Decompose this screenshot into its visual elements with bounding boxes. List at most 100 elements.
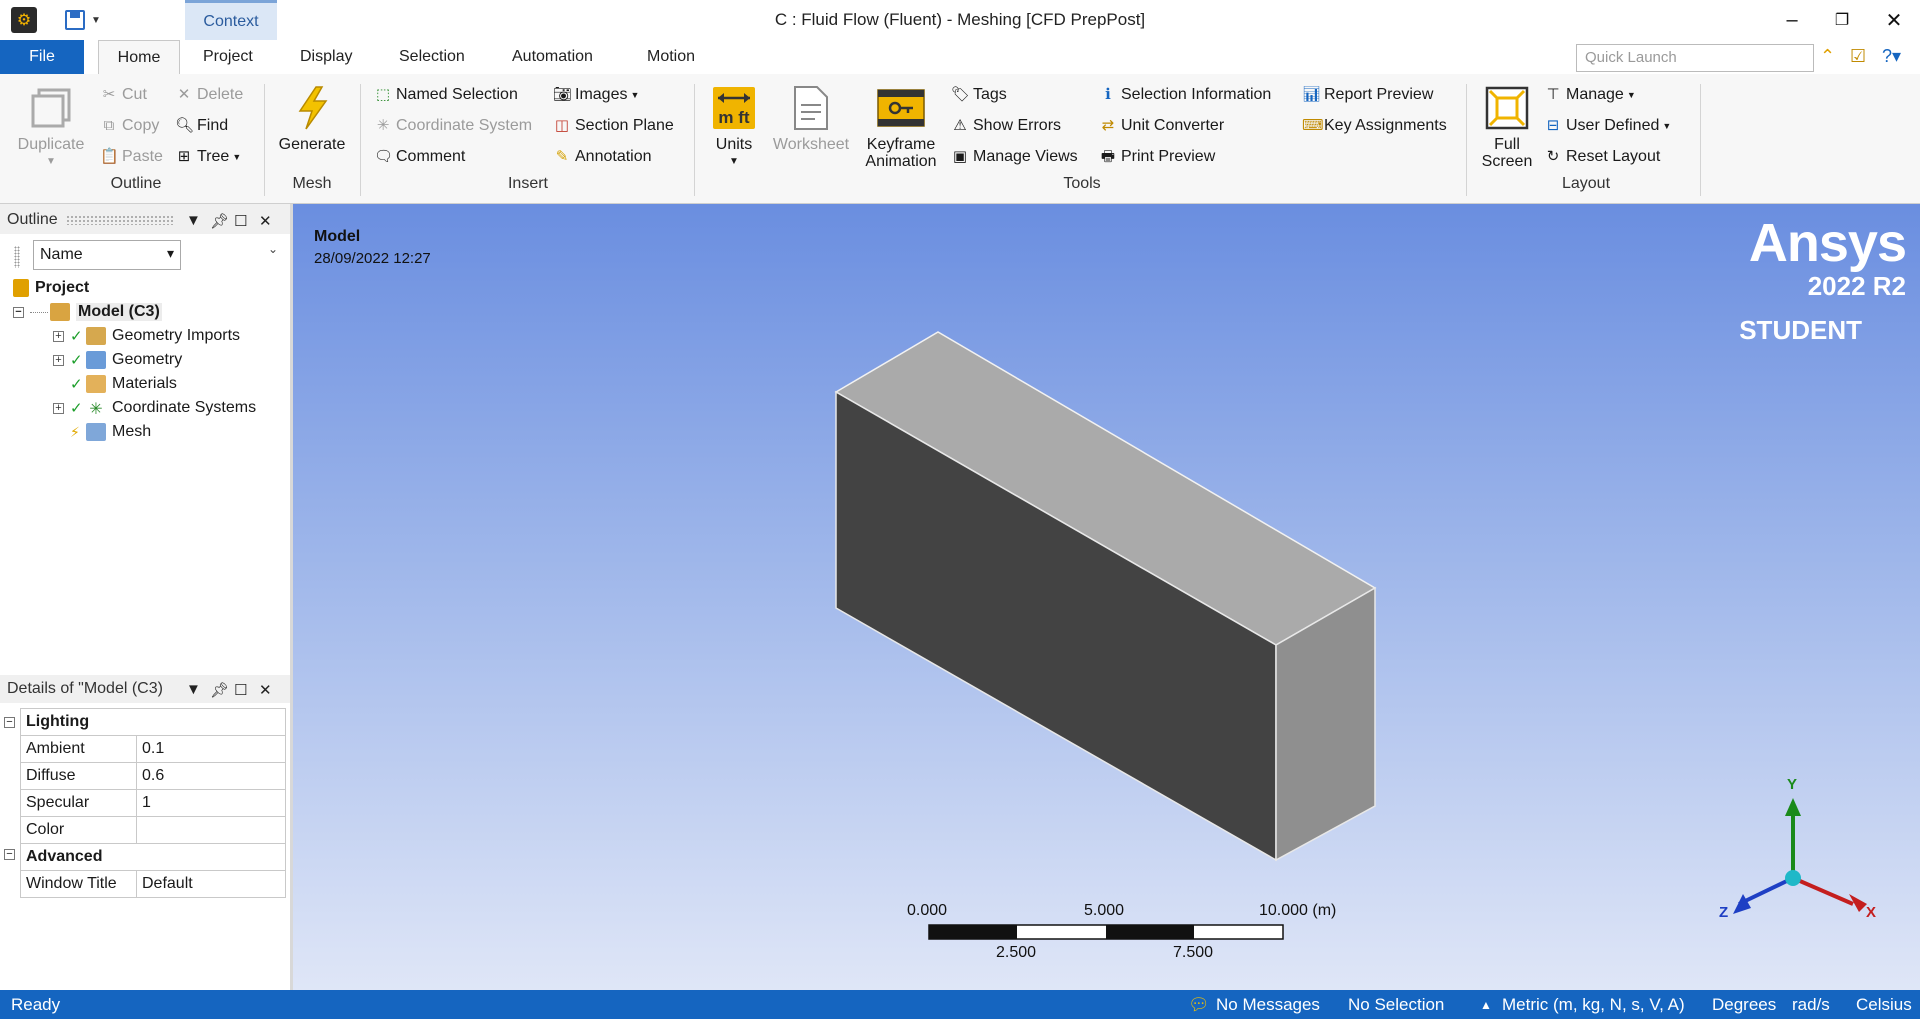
- panel-menu-icon[interactable]: ▼: [186, 212, 201, 229]
- save-icon[interactable]: [65, 10, 85, 30]
- unit-converter-button[interactable]: ⇄ Unit Converter: [1099, 117, 1224, 135]
- collapse-lighting-icon[interactable]: −: [4, 717, 15, 728]
- manage-views-button[interactable]: ▣ Manage Views: [951, 148, 1078, 166]
- property-row-color[interactable]: Color: [20, 816, 286, 844]
- tab-file[interactable]: File: [0, 40, 84, 74]
- collapse-advanced-icon[interactable]: −: [4, 849, 15, 860]
- maximize-panel-icon[interactable]: ☐: [234, 212, 247, 230]
- axis-triad[interactable]: [1733, 798, 1867, 914]
- color-value[interactable]: [136, 816, 286, 844]
- tree-button[interactable]: ⊞ Tree ▼: [175, 148, 242, 166]
- worksheet-button[interactable]: Worksheet: [766, 84, 856, 153]
- pin-icon[interactable]: 📌︎: [210, 681, 229, 699]
- tree-item-geometry[interactable]: + ✓ Geometry: [53, 349, 182, 371]
- window-title-value[interactable]: Default: [136, 870, 286, 898]
- help-icon[interactable]: ?▾: [1882, 46, 1901, 67]
- cut-button[interactable]: ✂ Cut: [100, 86, 147, 104]
- units-button[interactable]: m ft Units ▼: [706, 84, 762, 170]
- tab-project[interactable]: Project: [203, 40, 253, 74]
- tab-automation[interactable]: Automation: [512, 40, 593, 74]
- tags-button[interactable]: 🏷︎ Tags: [951, 86, 1007, 104]
- generate-button[interactable]: Generate: [270, 84, 354, 153]
- units-menu-icon[interactable]: ▲: [1480, 998, 1492, 1012]
- drag-grip[interactable]: [65, 215, 174, 225]
- manage-button[interactable]: ⊤ Manage ▼: [1544, 86, 1635, 104]
- full-screen-button[interactable]: Full Screen: [1474, 84, 1540, 170]
- delete-button[interactable]: ✕ Delete: [175, 86, 244, 104]
- reset-layout-button[interactable]: ↻ Reset Layout: [1544, 148, 1661, 166]
- layout-group-label: Layout: [1561, 175, 1611, 192]
- annotation-button[interactable]: ✎ Annotation: [553, 148, 652, 166]
- name-filter-select[interactable]: Name: [33, 240, 181, 270]
- tab-selection[interactable]: Selection: [399, 40, 465, 74]
- tree-item-model[interactable]: − Model (C3): [13, 301, 162, 323]
- paste-button[interactable]: 📋 Paste: [100, 148, 163, 166]
- duplicate-button[interactable]: Duplicate ▼: [12, 84, 90, 170]
- comment-button[interactable]: 🗨 Comment: [374, 148, 465, 166]
- tab-motion[interactable]: Motion: [647, 40, 695, 74]
- ambient-value[interactable]: 0.1: [136, 735, 286, 763]
- panel-menu-icon[interactable]: ▼: [186, 681, 201, 698]
- tree-item-geometry-imports[interactable]: + ✓ Geometry Imports: [53, 325, 240, 347]
- property-row-diffuse[interactable]: Diffuse 0.6: [20, 762, 286, 790]
- duplicate-dropdown-icon[interactable]: ▼: [12, 153, 90, 170]
- find-button[interactable]: 🔍︎ Find: [175, 117, 228, 135]
- copy-button[interactable]: ⧉ Copy: [100, 117, 160, 135]
- tree-icon: ⊞: [177, 148, 191, 165]
- expand-icon[interactable]: +: [53, 330, 64, 342]
- minimize-icon[interactable]: –: [1772, 6, 1812, 34]
- status-units[interactable]: Metric (m, kg, N, s, V, A): [1502, 995, 1685, 1015]
- context-tab[interactable]: Context: [185, 0, 277, 40]
- status-angular-velocity-unit[interactable]: rad/s: [1792, 995, 1830, 1015]
- selection-information-icon: ℹ: [1105, 86, 1111, 103]
- expand-icon[interactable]: +: [53, 402, 64, 414]
- tab-home[interactable]: Home: [98, 40, 180, 75]
- specular-value[interactable]: 1: [136, 789, 286, 817]
- close-panel-icon[interactable]: ✕: [259, 681, 272, 699]
- tab-display[interactable]: Display: [300, 40, 352, 74]
- report-preview-button[interactable]: 📊︎ Report Preview: [1302, 86, 1433, 104]
- coordinate-system-button[interactable]: ✳ Coordinate System: [374, 117, 532, 135]
- units-dropdown-icon[interactable]: ▼: [706, 153, 762, 170]
- keyframe-animation-button[interactable]: Keyframe Animation: [860, 84, 942, 170]
- mesh-group-label: Mesh: [292, 175, 332, 192]
- restore-icon[interactable]: ❐: [1822, 6, 1862, 34]
- status-angle-unit[interactable]: Degrees: [1712, 995, 1776, 1015]
- maximize-panel-icon[interactable]: ☐: [234, 681, 247, 699]
- ansys-app-icon[interactable]: ⚙: [11, 7, 37, 33]
- property-row-ambient[interactable]: Ambient 0.1: [20, 735, 286, 763]
- close-panel-icon[interactable]: ✕: [259, 212, 272, 230]
- collapse-icon[interactable]: −: [13, 306, 24, 318]
- tree-item-coordinate-systems[interactable]: + ✓ ✳ Coordinate Systems: [53, 397, 256, 419]
- property-row-window-title[interactable]: Window Title Default: [20, 870, 286, 898]
- category-advanced[interactable]: Advanced: [20, 843, 286, 871]
- print-preview-button[interactable]: 🖶 Print Preview: [1099, 148, 1215, 166]
- expand-toolbar-icon[interactable]: ⌄: [268, 242, 278, 256]
- tree-item-materials[interactable]: ✓ Materials: [53, 373, 177, 395]
- named-selection-button[interactable]: ⬚ Named Selection: [374, 86, 518, 104]
- user-defined-button[interactable]: ⊟ User Defined ▼: [1544, 117, 1672, 135]
- tree-item-mesh[interactable]: ⚡ Mesh: [53, 421, 151, 443]
- diffuse-value[interactable]: 0.6: [136, 762, 286, 790]
- selection-information-button[interactable]: ℹ Selection Information: [1099, 86, 1271, 104]
- status-temperature-unit[interactable]: Celsius: [1856, 995, 1912, 1015]
- category-lighting[interactable]: Lighting: [20, 708, 286, 736]
- axis-label-x: X: [1866, 904, 1877, 921]
- graphics-viewport[interactable]: Model 28/09/2022 12:27 Ansys 2022 R2 STU…: [293, 204, 1920, 990]
- close-icon[interactable]: ✕: [1874, 6, 1914, 34]
- images-button[interactable]: 📷︎ Images ▼: [553, 86, 639, 104]
- delete-icon: ✕: [177, 86, 191, 103]
- checklist-icon[interactable]: ☑: [1850, 46, 1866, 67]
- key-assignments-button[interactable]: ⌨ Key Assignments: [1302, 117, 1447, 135]
- property-row-specular[interactable]: Specular 1: [20, 789, 286, 817]
- quick-launch-input[interactable]: Quick Launch: [1576, 44, 1814, 72]
- expand-icon[interactable]: +: [53, 354, 64, 366]
- collapse-ribbon-icon[interactable]: ⌃: [1820, 46, 1835, 67]
- pin-icon[interactable]: 📌︎: [210, 212, 229, 230]
- quick-access-dropdown-icon[interactable]: ▼: [91, 15, 101, 26]
- status-messages[interactable]: No Messages: [1216, 995, 1320, 1015]
- tree-item-project[interactable]: Project: [13, 277, 89, 299]
- show-errors-button[interactable]: ⚠ Show Errors: [951, 117, 1061, 135]
- section-plane-button[interactable]: ◫ Section Plane: [553, 117, 674, 135]
- outline-group-label: Outline: [110, 175, 162, 192]
